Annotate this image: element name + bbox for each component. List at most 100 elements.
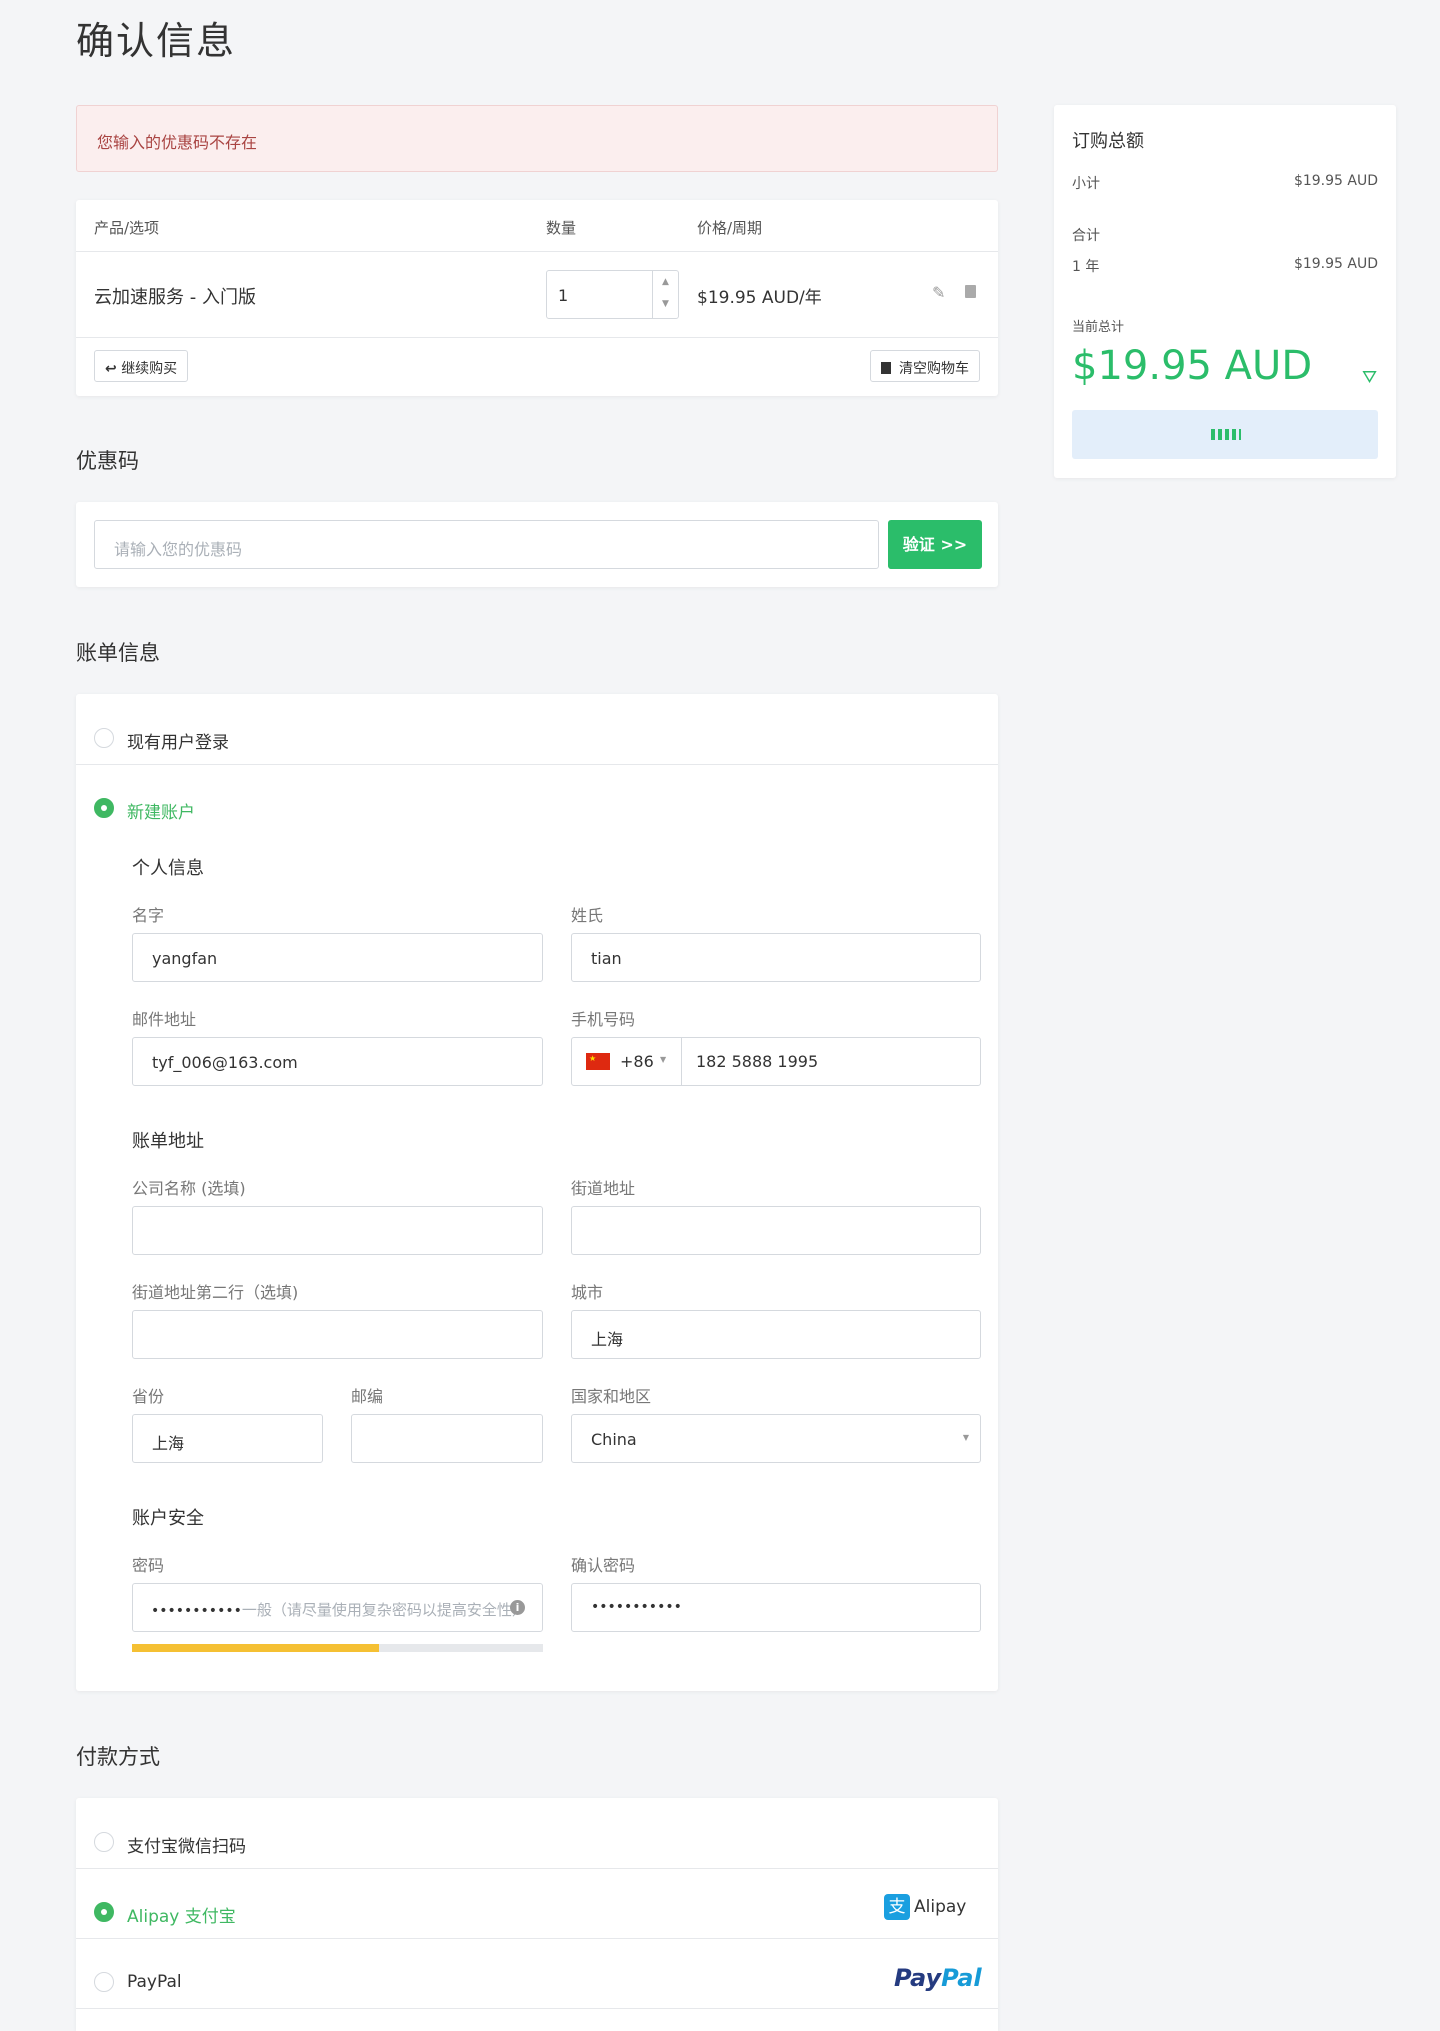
password-strength-bar	[132, 1644, 379, 1652]
back-arrow-icon: ↩	[105, 361, 117, 377]
confirm-password-field[interactable]: •••••••••••	[571, 1583, 981, 1632]
confirm-password-mask: •••••••••••	[591, 1599, 682, 1615]
province-field[interactable]: 上海	[132, 1414, 323, 1463]
country-label: 国家和地区	[571, 1387, 652, 1406]
email-label: 邮件地址	[132, 1010, 197, 1029]
postcode-field[interactable]	[351, 1414, 543, 1463]
first-name-label: 名字	[132, 906, 165, 925]
postcode-label: 邮编	[351, 1387, 384, 1406]
edit-icon[interactable]: ✎	[932, 283, 945, 302]
phone-label: 手机号码	[571, 1010, 636, 1029]
confirm-password-label: 确认密码	[571, 1556, 636, 1575]
china-flag-icon: ★	[586, 1053, 610, 1070]
coupon-section-title: 优惠码	[76, 449, 139, 473]
subtotal-label: 小计	[1072, 176, 1100, 192]
info-icon[interactable]: i	[510, 1600, 525, 1615]
password-label: 密码	[132, 1556, 165, 1575]
street2-field[interactable]	[132, 1310, 543, 1359]
period-value: $19.95 AUD	[1293, 256, 1378, 272]
email-field[interactable]: tyf_006@163.com	[132, 1037, 543, 1086]
personal-info-title: 个人信息	[132, 858, 204, 879]
alert-text: 您输入的优惠码不存在	[97, 133, 258, 152]
paypal-logo: PayPal	[894, 1964, 982, 1992]
caret-down-icon: ▼	[962, 1433, 969, 1442]
company-field[interactable]	[132, 1206, 543, 1255]
country-value: China	[591, 1430, 637, 1449]
alipay-logo-text: Alipay	[914, 1897, 967, 1917]
divider	[76, 764, 998, 765]
payment-option-paypal[interactable]: PayPal	[127, 1972, 182, 1992]
payment-option-alipay-radio[interactable]	[94, 1902, 114, 1922]
loading-icon	[1211, 429, 1241, 440]
payment-card: 支付宝微信扫码 Alipay 支付宝 支 Alipay PayPal PayPa…	[76, 1798, 998, 2031]
password-strength-hint: 一般（请尽量使用复杂密码以提高安全性）	[241, 1601, 527, 1619]
phone-field: ★ +86 ▼ 182 5888 1995	[571, 1037, 981, 1086]
province-label: 省份	[132, 1387, 165, 1406]
new-account-radio[interactable]	[94, 798, 114, 818]
account-security-title: 账户安全	[132, 1508, 204, 1529]
phone-code: +86	[620, 1052, 654, 1071]
current-total-label: 当前总计	[1072, 320, 1125, 335]
col-product: 产品/选项	[94, 219, 160, 237]
continue-shopping-button[interactable]: ↩ 继续购买	[94, 350, 189, 382]
trash-icon[interactable]	[965, 285, 976, 298]
cart-table: 产品/选项 数量 价格/周期 云加速服务 - 入门版 1 ▲ ▼ $19.95 A…	[76, 200, 998, 396]
verify-coupon-button[interactable]: 验证 >>	[888, 520, 982, 569]
period-row: 1 年 $19.95 AUD	[1072, 256, 1378, 276]
payment-option-qr[interactable]: 支付宝微信扫码	[127, 1832, 246, 1857]
password-field[interactable]: •••••••••••一般（请尽量使用复杂密码以提高安全性） i	[132, 1583, 543, 1632]
product-name: 云加速服务 - 入门版	[94, 287, 256, 308]
subtotal-row: 小计 $19.95 AUD	[1072, 173, 1378, 193]
company-label: 公司名称 (选填)	[132, 1179, 246, 1198]
coupon-input[interactable]: 请输入您的优惠码	[94, 520, 879, 569]
country-select[interactable]: China ▼	[571, 1414, 981, 1463]
period-label: 1 年	[1072, 259, 1100, 275]
phone-number[interactable]: 182 5888 1995	[696, 1052, 818, 1071]
first-name-field[interactable]: yangfan	[132, 933, 543, 982]
coupon-card: 请输入您的优惠码 验证 >>	[76, 502, 998, 587]
existing-user-radio[interactable]	[94, 728, 114, 748]
product-price: $19.95 AUD/年	[697, 288, 822, 308]
divider	[76, 2008, 998, 2009]
billing-card: 现有用户登录 新建账户 个人信息 名字 yangfan 姓氏 tian 邮件地址…	[76, 694, 998, 1691]
new-account-label[interactable]: 新建账户	[127, 798, 195, 823]
country-code-select[interactable]: ★ +86 ▼	[572, 1038, 682, 1085]
payment-option-paypal-radio[interactable]	[94, 1972, 114, 1992]
city-label: 城市	[571, 1283, 604, 1302]
clear-cart-label: 清空购物车	[899, 361, 969, 377]
checkout-loading-button[interactable]	[1072, 410, 1378, 459]
coupon-error-alert: 您输入的优惠码不存在	[76, 105, 998, 172]
continue-shopping-label: 继续购买	[121, 361, 178, 377]
last-name-label: 姓氏	[571, 906, 604, 925]
password-mask: •••••••••••	[151, 1603, 242, 1619]
street-label: 街道地址	[571, 1179, 636, 1198]
basket-icon: ⛛	[1362, 367, 1378, 388]
page-title: 确认信息	[76, 19, 237, 63]
password-strength-track	[132, 1644, 543, 1652]
order-summary: 订购总额 小计 $19.95 AUD 合计 1 年 $19.95 AUD 当前总计 …	[1054, 105, 1396, 478]
spin-buttons[interactable]: ▲ ▼	[652, 271, 678, 318]
summary-title: 订购总额	[1072, 131, 1144, 152]
cart-item-row: 云加速服务 - 入门版 1 ▲ ▼ $19.95 AUD/年 ✎	[76, 252, 998, 338]
subtotal-value: $19.95 AUD	[1293, 173, 1378, 189]
billing-section-title: 账单信息	[76, 641, 160, 665]
divider	[76, 1868, 998, 1869]
street2-label: 街道地址第二行（选填)	[132, 1283, 299, 1302]
chevron-up-icon[interactable]: ▲	[653, 271, 678, 293]
street-field[interactable]	[571, 1206, 981, 1255]
chevron-down-icon[interactable]: ▼	[653, 293, 678, 315]
col-price: 价格/周期	[697, 219, 763, 237]
payment-section-title: 付款方式	[76, 1745, 160, 1769]
payment-option-alipay[interactable]: Alipay 支付宝	[127, 1902, 236, 1927]
cart-header: 产品/选项 数量 价格/周期	[76, 200, 998, 252]
coupon-placeholder: 请输入您的优惠码	[114, 540, 243, 559]
trash-icon	[880, 362, 891, 374]
existing-user-label[interactable]: 现有用户登录	[127, 728, 229, 753]
total-label: 合计	[1072, 228, 1100, 244]
paypal-logo-part1: Pay	[894, 1964, 942, 1992]
payment-option-qr-radio[interactable]	[94, 1832, 114, 1852]
clear-cart-button[interactable]: 清空购物车	[869, 350, 980, 382]
quantity-stepper[interactable]: 1 ▲ ▼	[546, 270, 679, 319]
last-name-field[interactable]: tian	[571, 933, 981, 982]
city-field[interactable]: 上海	[571, 1310, 981, 1359]
